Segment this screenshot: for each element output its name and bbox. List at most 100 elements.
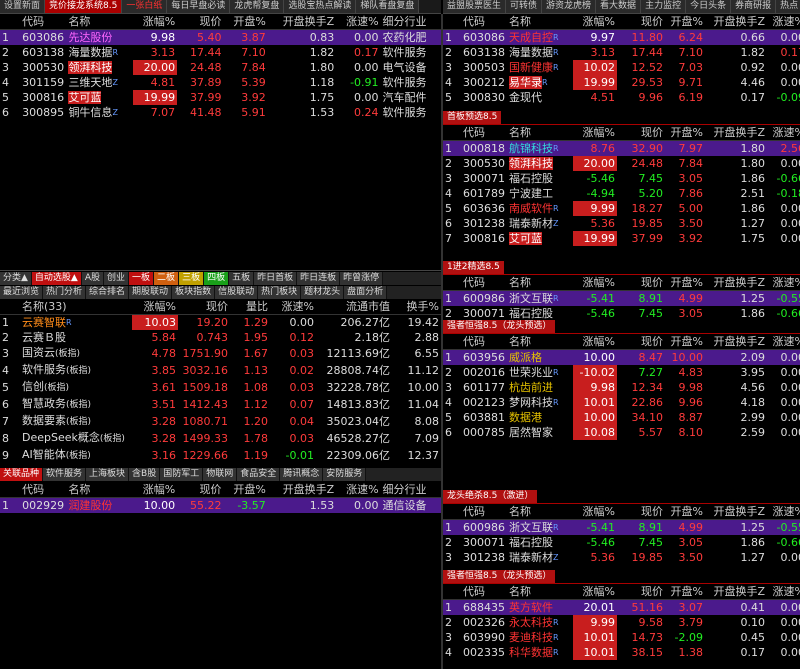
- column-header[interactable]: 名称(33): [20, 299, 132, 315]
- column-header[interactable]: 涨速%: [767, 275, 800, 291]
- column-header[interactable]: 细分行业: [381, 14, 441, 30]
- table-row[interactable]: 3 601177 杭齿前进 9.98 12.34 9.98 4.56 0.00: [443, 380, 800, 395]
- table-row[interactable]: 2 300071 福石控股 -5.46 7.45 3.05 1.86 -0.66: [443, 306, 800, 320]
- column-header[interactable]: 涨幅%: [573, 584, 617, 600]
- column-header[interactable]: 涨幅%: [573, 504, 617, 520]
- table-row[interactable]: 3 300530 领湃科技 20.00 24.48 7.84 1.80 0.00 电气设备: [0, 60, 441, 75]
- table-row[interactable]: 3300503国新健康R10.0212.527.030.920.00: [443, 60, 800, 75]
- filter-button-related_tabs-6[interactable]: 食品安全: [237, 468, 281, 481]
- table-row[interactable]: 3301238瑞泰新材Z5.3619.853.501.270.00: [443, 550, 800, 565]
- tab-top_tabs_right-3[interactable]: 看大数据: [596, 0, 642, 13]
- table-row[interactable]: 2 300071 福石控股 -5.46 7.45 3.05 1.86 -0.66: [443, 535, 800, 550]
- filter-button-related_tabs-8[interactable]: 安防服务: [323, 468, 367, 481]
- filter-button-filter_bar1-7[interactable]: 四板: [204, 272, 230, 285]
- column-header[interactable]: 流通市值: [316, 299, 392, 315]
- column-header[interactable]: 名称: [507, 504, 573, 520]
- filter-button-filter_bar1-0[interactable]: 分类▲: [0, 272, 32, 285]
- table-row[interactable]: 3 300071 福石控股 -5.46 7.45 3.05 1.86 -0.66: [443, 171, 800, 186]
- tab-top_tabs_right-2[interactable]: 游资龙虎榜: [542, 0, 597, 13]
- table-row[interactable]: 7 300816 艾可蓝 19.99 37.99 3.92 1.75 0.00: [443, 231, 800, 246]
- column-header[interactable]: 涨幅%: [133, 482, 177, 498]
- filter-button-related_tabs-5[interactable]: 物联网: [203, 468, 238, 481]
- column-header[interactable]: 现价: [617, 275, 665, 291]
- column-header[interactable]: 开盘%: [223, 482, 267, 498]
- tab-top_tabs_left-2[interactable]: 一张白纸: [122, 0, 168, 13]
- table-row[interactable]: 2002016世荣兆业R-10.027.274.833.950.00: [443, 365, 800, 380]
- column-header[interactable]: 涨速%: [270, 299, 316, 315]
- table-row[interactable]: 5 603881 数据港 10.00 34.10 8.87 2.99 0.00: [443, 410, 800, 425]
- tab-top_tabs_right-5[interactable]: 今日头条: [686, 0, 732, 13]
- column-header[interactable]: 开盘%: [665, 125, 705, 141]
- column-header[interactable]: 名称: [507, 275, 573, 291]
- column-header[interactable]: 涨幅%: [573, 275, 617, 291]
- table-row[interactable]: 1603086天成自控R9.9711.806.240.660.00: [443, 29, 800, 45]
- column-header[interactable]: 涨速%: [767, 125, 800, 141]
- table-row[interactable]: 1603956威派格10.008.4710.002.090.00: [443, 349, 800, 365]
- table-row[interactable]: 5 300830 金现代 4.51 9.96 6.19 0.17 -0.09: [443, 90, 800, 105]
- column-header[interactable]: 开盘换手Z: [705, 275, 767, 291]
- column-header[interactable]: 涨速%: [767, 504, 800, 520]
- table-row[interactable]: 4002335科华数据R10.0138.151.380.170.00: [443, 645, 800, 660]
- filter-button-filter_bar1-1[interactable]: 自动选股▲: [31, 272, 82, 285]
- column-header[interactable]: 代码: [461, 504, 507, 520]
- column-header[interactable]: 名称: [507, 334, 573, 350]
- table-row[interactable]: 1 002929 润建股份 10.00 55.22 -3.57 1.53 0.00 通信设备: [0, 497, 441, 513]
- tab-top_tabs_right-4[interactable]: 主力监控: [641, 0, 687, 13]
- column-header[interactable]: 现价: [617, 504, 665, 520]
- table-row[interactable]: 7 数据要素(板指) 3.28 1080.71 1.20 0.04 35023.04亿 8.0…: [0, 413, 441, 430]
- table-row[interactable]: 6 300895 铜牛信息Z 7.07 41.48 5.91 1.53 0.24 软件服务: [0, 105, 441, 120]
- table-row[interactable]: 5603636南威软件R9.9918.275.001.860.00: [443, 201, 800, 216]
- column-header[interactable]: 现价: [617, 14, 665, 30]
- column-header[interactable]: 开盘换手Z: [268, 482, 336, 498]
- filter-button-filter_bar1-6[interactable]: 三板: [179, 272, 205, 285]
- table-row[interactable]: 6 000785 居然智家 10.08 5.57 8.10 2.59 0.00: [443, 425, 800, 440]
- column-header[interactable]: 代码: [461, 125, 507, 141]
- table-row[interactable]: 10云计算(板指)3.151298.721.140.0242211.52亿7.7…: [0, 464, 441, 465]
- column-header[interactable]: 开盘%: [665, 14, 705, 30]
- table-row[interactable]: 6 智慧政务(板指) 3.51 1412.43 1.12 0.07 14813.83亿 11.…: [0, 396, 441, 413]
- table-row[interactable]: 4002123梦网科技R10.0122.869.964.180.00: [443, 395, 800, 410]
- column-header[interactable]: 开盘%: [665, 275, 705, 291]
- table-row[interactable]: 1 603086 先达股份 9.98 5.40 3.87 0.83 0.00 农药化肥: [0, 29, 441, 45]
- column-header[interactable]: 涨速%: [336, 482, 380, 498]
- table-row[interactable]: 4300212易华录R19.9929.539.714.460.00: [443, 75, 800, 90]
- tab-top_tabs_left-1[interactable]: 竞价接龙系统8.5: [45, 0, 123, 13]
- filter-button-related_tabs-3[interactable]: 含B股: [129, 468, 161, 481]
- filter-button-filter_bar1-8[interactable]: 五板: [229, 272, 255, 285]
- table-row[interactable]: 8 DeepSeek概念(板指) 3.28 1499.33 1.78 0.03 46528.…: [0, 430, 441, 447]
- table-row[interactable]: 5 信创(板指) 3.61 1509.18 1.08 0.03 32228.78亿 10.00: [0, 379, 441, 396]
- column-header[interactable]: 开盘%: [665, 584, 705, 600]
- filter-button-filter_bar1-4[interactable]: 一板: [129, 272, 155, 285]
- column-header[interactable]: 涨速%: [767, 14, 800, 30]
- column-header[interactable]: 开盘%: [223, 14, 267, 30]
- tab-top_tabs_left-3[interactable]: 每日早盘必读: [167, 0, 231, 13]
- table-row[interactable]: 2603138海量数据R3.1317.447.101.820.17: [443, 45, 800, 60]
- table-row[interactable]: 9 AI智能体(板指) 3.16 1229.66 1.19 -0.01 22309.06亿 1…: [0, 447, 441, 464]
- column-header[interactable]: 涨幅%: [133, 14, 177, 30]
- filter-button-filter_bar2-3[interactable]: 期股联动: [129, 286, 173, 299]
- tab-top_tabs_left-4[interactable]: 龙虎帮复盘: [230, 0, 285, 13]
- filter-button-related_tabs-4[interactable]: 国防军工: [160, 468, 204, 481]
- column-header[interactable]: 现价: [177, 14, 223, 30]
- column-header[interactable]: 现价: [177, 482, 223, 498]
- column-header[interactable]: 名称: [66, 14, 132, 30]
- table-row[interactable]: 3 国资云(板指) 4.78 1751.90 1.67 0.03 12113.69亿 6.55: [0, 345, 441, 362]
- filter-button-filter_bar2-5[interactable]: 信股联动: [215, 286, 259, 299]
- filter-button-filter_bar2-4[interactable]: 板块指数: [172, 286, 216, 299]
- table-row[interactable]: 1600986浙文互联R-5.418.914.991.25-0.55: [443, 519, 800, 535]
- filter-button-filter_bar1-10[interactable]: 昨日连板: [297, 272, 341, 285]
- table-row[interactable]: 2002326永太科技R9.999.583.790.100.00: [443, 615, 800, 630]
- filter-button-related_tabs-0[interactable]: 关联品种: [0, 468, 44, 481]
- table-row[interactable]: 2 603138 海量数据R 3.13 17.44 7.10 1.82 0.17 软件服务: [0, 45, 441, 60]
- column-header[interactable]: 开盘%: [665, 334, 705, 350]
- filter-button-filter_bar1-3[interactable]: 创业: [104, 272, 130, 285]
- column-header[interactable]: 代码: [461, 334, 507, 350]
- filter-button-filter_bar2-6[interactable]: 热门板块: [258, 286, 302, 299]
- tab-top_tabs_right-0[interactable]: 益盟股票医生: [443, 0, 507, 13]
- column-header[interactable]: 涨幅%: [132, 299, 178, 315]
- column-header[interactable]: 换手%: [392, 299, 441, 315]
- table-row[interactable]: 4 601789 宁波建工 -4.94 5.20 7.86 2.51 -0.18: [443, 186, 800, 201]
- column-header[interactable]: 名称: [507, 125, 573, 141]
- column-header[interactable]: 名称: [66, 482, 132, 498]
- column-header[interactable]: 涨速%: [767, 334, 800, 350]
